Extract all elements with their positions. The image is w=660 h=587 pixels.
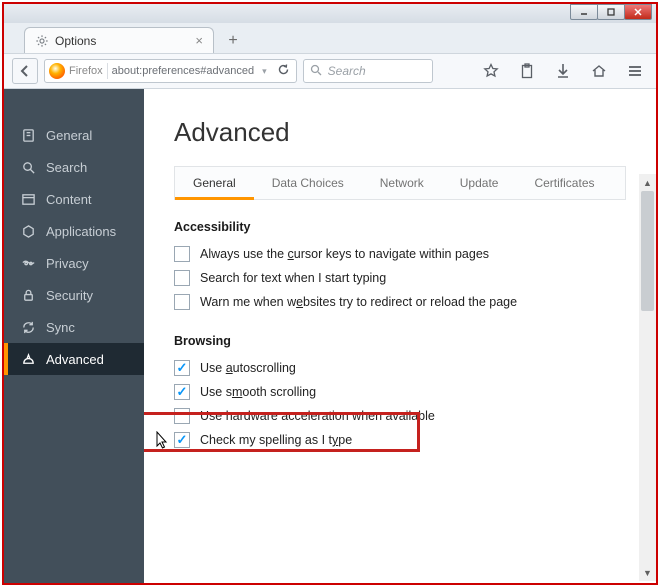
- search-icon: [310, 64, 322, 79]
- browsing-section: Browsing Use autoscrolling Use smooth sc…: [174, 334, 626, 452]
- firefox-icon: [49, 63, 65, 79]
- section-title-accessibility: Accessibility: [174, 220, 626, 234]
- window-frame: Options × + Firefox about:preferences#ad…: [2, 2, 658, 585]
- checkbox[interactable]: [174, 408, 190, 424]
- sidebar-item-content[interactable]: Content: [4, 183, 144, 215]
- tab-network[interactable]: Network: [362, 167, 442, 199]
- lock-icon: [20, 287, 36, 303]
- window-titlebar: [4, 4, 656, 23]
- close-button[interactable]: [624, 4, 652, 20]
- prefs-sidebar: General Search Content Applications Priv…: [4, 89, 144, 583]
- nav-toolbar: Firefox about:preferences#advanced ▾ Sea…: [4, 53, 656, 89]
- opt-spellcheck[interactable]: Check my spelling as I type: [174, 428, 626, 452]
- sidebar-item-security[interactable]: Security: [4, 279, 144, 311]
- url-dropdown-icon[interactable]: ▾: [258, 66, 271, 77]
- cursor-icon: [156, 431, 170, 451]
- tab-title: Options: [55, 34, 189, 48]
- sidebar-item-privacy[interactable]: Privacy: [4, 247, 144, 279]
- sync-icon: [20, 319, 36, 335]
- applications-icon: [20, 223, 36, 239]
- url-text: about:preferences#advanced: [112, 65, 255, 77]
- prefs-main: Advanced General Data Choices Network Up…: [144, 89, 656, 583]
- advanced-tabs: General Data Choices Network Update Cert…: [174, 166, 626, 200]
- tab-strip: Options × +: [4, 23, 656, 53]
- checkbox[interactable]: [174, 270, 190, 286]
- url-bar[interactable]: Firefox about:preferences#advanced ▾: [44, 59, 297, 83]
- scrollbar[interactable]: ▲ ▼: [639, 174, 656, 581]
- opt-search-typing[interactable]: Search for text when I start typing: [174, 266, 626, 290]
- reload-icon[interactable]: [275, 63, 292, 79]
- back-button[interactable]: [12, 58, 38, 84]
- bookmark-star-icon[interactable]: [478, 58, 504, 84]
- gear-icon: [35, 34, 49, 48]
- url-brand: Firefox: [69, 65, 103, 77]
- checkbox[interactable]: [174, 432, 190, 448]
- tab-update[interactable]: Update: [442, 167, 517, 199]
- tab-general[interactable]: General: [175, 167, 254, 199]
- opt-cursor-keys[interactable]: Always use the cursor keys to navigate w…: [174, 242, 626, 266]
- section-title-browsing: Browsing: [174, 334, 626, 348]
- clipboard-icon[interactable]: [514, 58, 540, 84]
- page-title: Advanced: [174, 117, 626, 148]
- content-icon: [20, 191, 36, 207]
- minimize-button[interactable]: [570, 4, 598, 20]
- tab-certificates[interactable]: Certificates: [516, 167, 612, 199]
- sidebar-item-sync[interactable]: Sync: [4, 311, 144, 343]
- advanced-icon: [20, 351, 36, 367]
- tab-data-choices[interactable]: Data Choices: [254, 167, 362, 199]
- sidebar-item-applications[interactable]: Applications: [4, 215, 144, 247]
- opt-autoscrolling[interactable]: Use autoscrolling: [174, 356, 626, 380]
- menu-icon[interactable]: [622, 58, 648, 84]
- general-icon: [20, 127, 36, 143]
- downloads-icon[interactable]: [550, 58, 576, 84]
- opt-warn-redirect[interactable]: Warn me when websites try to redirect or…: [174, 290, 626, 314]
- new-tab-button[interactable]: +: [220, 29, 246, 53]
- checkbox[interactable]: [174, 384, 190, 400]
- checkbox[interactable]: [174, 360, 190, 376]
- sidebar-item-general[interactable]: General: [4, 119, 144, 151]
- home-icon[interactable]: [586, 58, 612, 84]
- privacy-icon: [20, 255, 36, 271]
- tab-close-icon[interactable]: ×: [195, 33, 203, 48]
- browser-tab-options[interactable]: Options ×: [24, 27, 214, 53]
- scroll-up-icon[interactable]: ▲: [639, 174, 656, 191]
- search-icon: [20, 159, 36, 175]
- search-placeholder: Search: [328, 64, 366, 78]
- checkbox[interactable]: [174, 294, 190, 310]
- sidebar-item-search[interactable]: Search: [4, 151, 144, 183]
- checkbox[interactable]: [174, 246, 190, 262]
- accessibility-section: Accessibility Always use the cursor keys…: [174, 220, 626, 314]
- opt-smooth-scrolling[interactable]: Use smooth scrolling: [174, 380, 626, 404]
- scroll-thumb[interactable]: [641, 191, 654, 311]
- sidebar-item-advanced[interactable]: Advanced: [4, 343, 144, 375]
- maximize-button[interactable]: [597, 4, 625, 20]
- search-bar[interactable]: Search: [303, 59, 433, 83]
- opt-hardware-accel[interactable]: Use hardware acceleration when available: [174, 404, 626, 428]
- scroll-down-icon[interactable]: ▼: [639, 564, 656, 581]
